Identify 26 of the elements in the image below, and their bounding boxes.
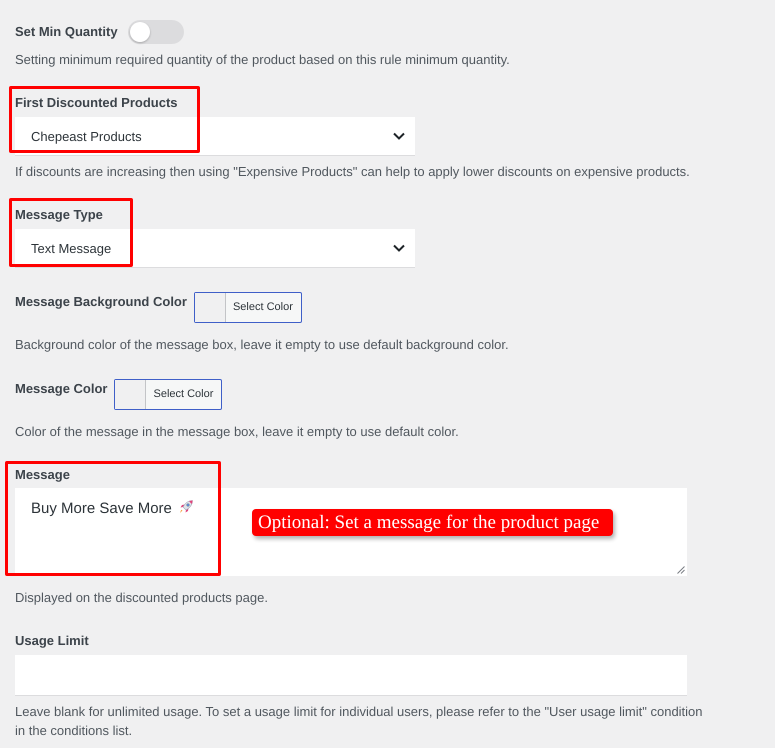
resize-handle-icon[interactable] [677,566,685,574]
color-swatch-icon [115,380,146,409]
field-label: Set Min Quantity [15,23,118,41]
toggle-switch[interactable] [128,20,184,44]
field-description: Setting minimum required quantity of the product based on this rule minimum quantity. [15,51,510,69]
color-swatch-icon [194,293,226,322]
rocket-icon [178,499,194,515]
chevron-down-icon [393,244,405,252]
dropdown[interactable]: Text Message [15,229,415,267]
chevron-down-icon [393,132,405,140]
select-color-button[interactable]: Select Color [194,292,302,323]
dropdown[interactable]: Chepeast Products [15,117,415,155]
field-description: Displayed on the discounted products page. [15,589,268,607]
field-description: If discounts are increasing then using "Expensive Products" can help to apply lower discounts on expensive products. [15,163,690,181]
field-label: Usage Limit [15,632,89,650]
select-color-button[interactable]: Select Color [114,379,222,410]
field-label: Message Background Color [15,293,187,311]
field-description: Leave blank for unlimited usage. To set a usage limit for individual users, please refer to the "User usage limit" condition in the conditions list. [15,703,704,740]
field-label: Message Type [15,206,103,224]
callout-note: Optional: Set a message for the product page [252,509,614,536]
field-description: Background color of the message box, leave it empty to use default background color. [15,336,509,354]
field-label: Message [15,466,70,484]
field-label: Message Color [15,380,108,398]
field-description: Color of the message in the message box, leave it empty to use default color. [15,423,459,441]
field-label: First Discounted Products [15,94,178,112]
input-field[interactable] [15,655,687,695]
